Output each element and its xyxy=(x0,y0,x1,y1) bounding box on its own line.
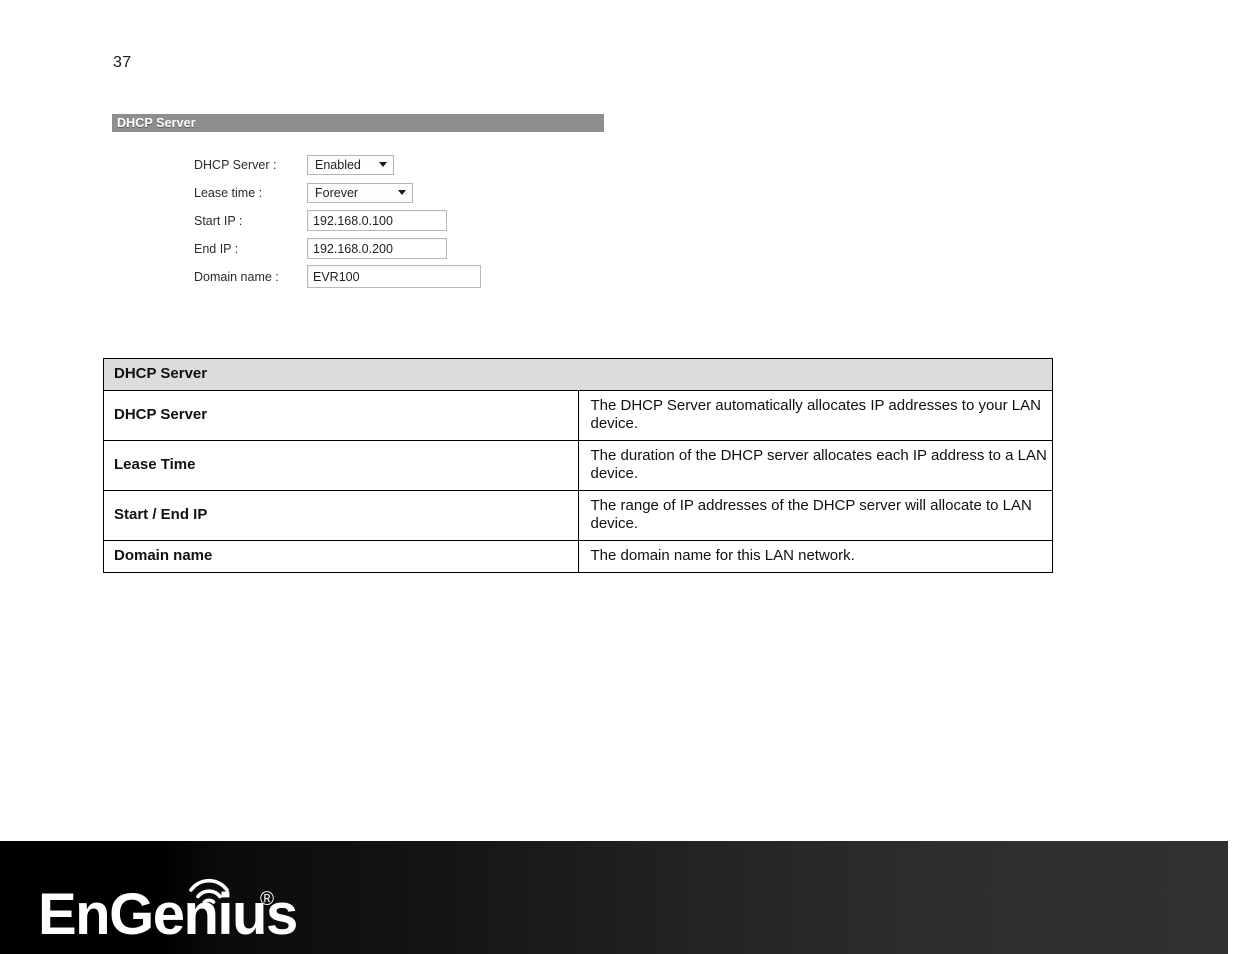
chevron-down-icon xyxy=(379,162,387,167)
panel-header: DHCP Server xyxy=(112,114,604,132)
table-cell-description: The duration of the DHCP server allocate… xyxy=(577,440,1053,491)
lease-time-control-cell: Forever xyxy=(307,182,413,203)
chevron-down-icon xyxy=(398,190,406,195)
dhcp-form: DHCP Server : Enabled Lease time : Forev… xyxy=(112,132,604,301)
table-row: Domain name The domain name for this LAN… xyxy=(103,540,1053,573)
panel-header-title: DHCP Server xyxy=(117,116,196,130)
dhcp-server-control-cell: Enabled xyxy=(307,154,394,175)
table-row: Lease Time The duration of the DHCP serv… xyxy=(103,440,1053,491)
domain-name-control-cell: EVR100 xyxy=(307,265,481,288)
wifi-signal-icon xyxy=(189,878,229,904)
registered-trademark-icon: ® xyxy=(260,889,274,910)
domain-name-value: EVR100 xyxy=(313,269,360,284)
table-cell-term: Lease Time xyxy=(103,440,579,491)
table-section-title: DHCP Server xyxy=(103,358,1053,391)
table-section-header-row: DHCP Server xyxy=(103,358,1053,391)
page-number: 37 xyxy=(113,54,132,71)
domain-name-label: Domain name : xyxy=(194,269,279,284)
form-row-end-ip: End IP : 192.168.0.200 xyxy=(112,235,604,262)
dhcp-server-figure: DHCP Server DHCP Server : Enabled Lease … xyxy=(112,114,604,301)
lease-time-select[interactable]: Forever xyxy=(307,182,413,203)
start-ip-value: 192.168.0.100 xyxy=(313,213,393,228)
table-row: Start / End IP The range of IP addresses… xyxy=(103,490,1053,541)
table-cell-term: DHCP Server xyxy=(103,390,579,441)
table-cell-term: Domain name xyxy=(103,540,579,573)
dhcp-description-table: DHCP Server DHCP Server The DHCP Server … xyxy=(103,358,1053,573)
engenius-wordmark: EnGenius xyxy=(38,882,298,947)
lease-time-label: Lease time : xyxy=(194,185,263,200)
table-cell-description: The range of IP addresses of the DHCP se… xyxy=(577,490,1053,541)
form-row-domain-name: Domain name : EVR100 xyxy=(112,263,604,290)
table-row: DHCP Server The DHCP Server automaticall… xyxy=(103,390,1053,441)
start-ip-input[interactable]: 192.168.0.100 xyxy=(307,210,447,231)
form-row-start-ip: Start IP : 192.168.0.100 xyxy=(112,207,604,234)
domain-name-input[interactable]: EVR100 xyxy=(307,265,481,288)
end-ip-control-cell: 192.168.0.200 xyxy=(307,238,447,259)
start-ip-label: Start IP : xyxy=(194,213,243,228)
dhcp-server-label: DHCP Server : xyxy=(194,157,277,172)
lease-time-select-value: Forever xyxy=(315,185,359,200)
dhcp-server-select[interactable]: Enabled xyxy=(307,154,394,175)
table-cell-description: The DHCP Server automatically allocates … xyxy=(577,390,1053,441)
form-row-lease-time: Lease time : Forever xyxy=(112,179,604,206)
engenius-logo: EnGenius ® xyxy=(38,876,328,946)
form-row-dhcp-server: DHCP Server : Enabled xyxy=(112,151,604,178)
end-ip-input[interactable]: 192.168.0.200 xyxy=(307,238,447,259)
start-ip-control-cell: 192.168.0.100 xyxy=(307,210,447,231)
table-cell-description: The domain name for this LAN network. xyxy=(577,540,1053,573)
table-cell-term: Start / End IP xyxy=(103,490,579,541)
end-ip-label: End IP : xyxy=(194,241,239,256)
end-ip-value: 192.168.0.200 xyxy=(313,241,393,256)
dhcp-server-select-value: Enabled xyxy=(315,157,361,172)
